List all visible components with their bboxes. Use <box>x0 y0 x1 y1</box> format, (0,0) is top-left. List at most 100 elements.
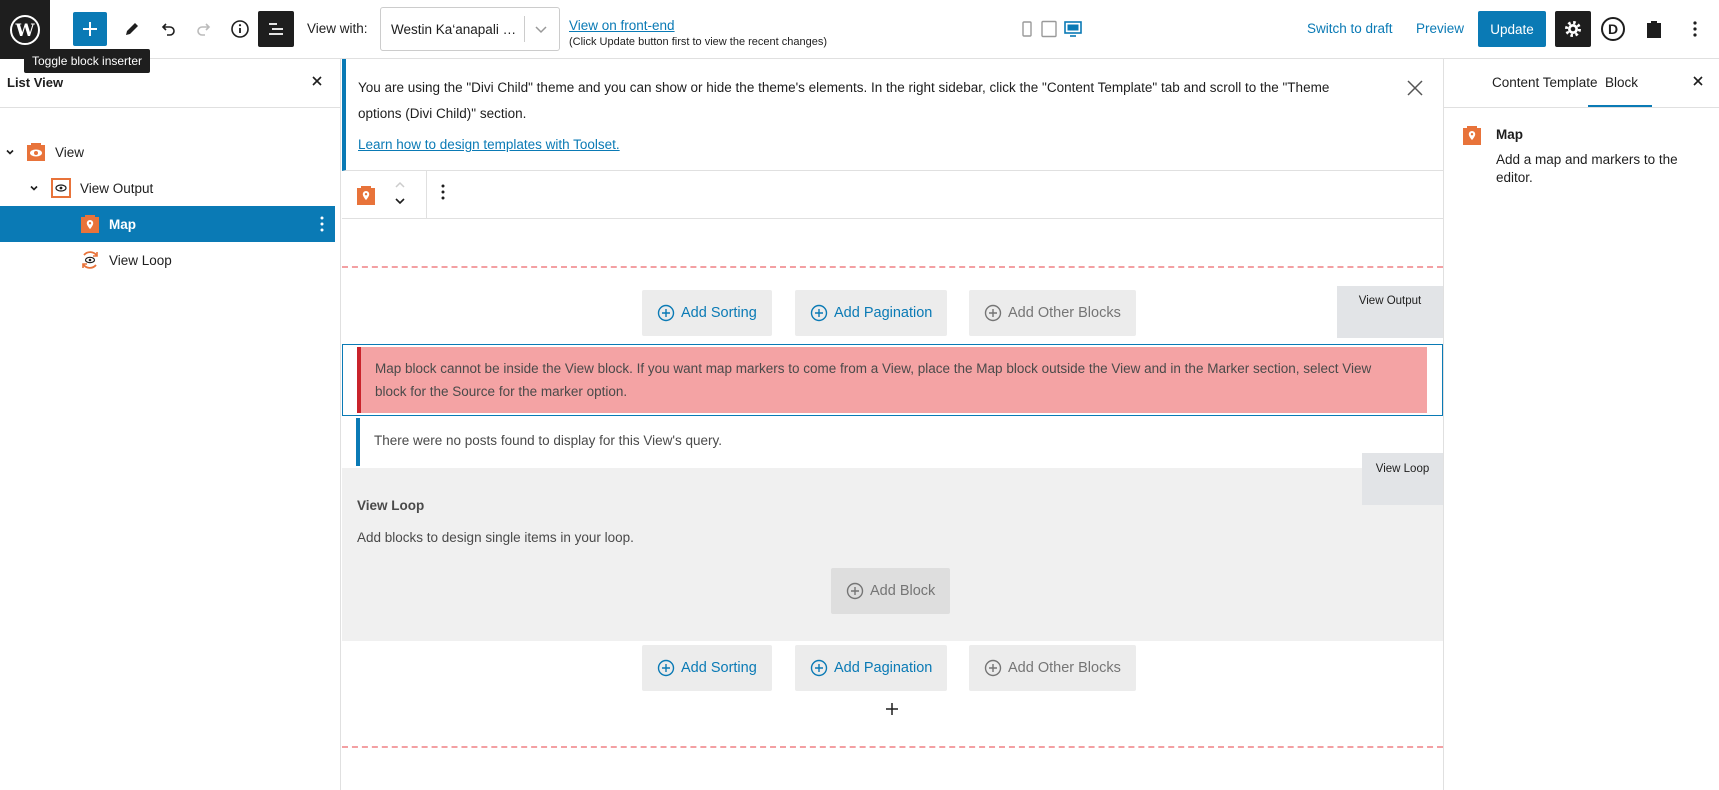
button-label: Add Other Blocks <box>1008 305 1121 321</box>
chevron-down-icon[interactable] <box>27 182 41 194</box>
add-circle-icon <box>657 304 675 322</box>
list-view-icon <box>269 23 283 35</box>
list-item-view-loop[interactable]: View Loop <box>0 242 335 278</box>
map-block-icon <box>1463 126 1481 145</box>
button-label: Add Other Blocks <box>1008 660 1121 676</box>
gear-icon <box>1565 21 1581 37</box>
list-item-label: View Output <box>80 180 154 196</box>
toolset-icon <box>1647 21 1661 38</box>
mobile-icon <box>1022 21 1032 37</box>
learn-templates-link[interactable]: Learn how to design templates with Tools… <box>358 137 620 152</box>
add-circle-icon <box>846 582 864 600</box>
view-boundary-top <box>342 266 1443 268</box>
add-other-blocks-button[interactable]: Add Other Blocks <box>969 290 1136 336</box>
switch-to-draft-button[interactable]: Switch to draft <box>1307 21 1393 36</box>
view-loop-description: Add blocks to design single items in you… <box>357 530 634 545</box>
kebab-icon <box>1693 21 1697 37</box>
close-icon <box>312 76 322 86</box>
view-output-tag[interactable]: View Output <box>1337 286 1443 338</box>
map-block-icon[interactable] <box>355 183 377 207</box>
plus-icon <box>886 703 898 715</box>
add-other-blocks-button-bottom[interactable]: Add Other Blocks <box>969 645 1136 691</box>
view-boundary-bottom <box>342 746 1443 748</box>
view-on-front-end-link[interactable]: View on front-end <box>569 18 675 33</box>
map-block-selected[interactable]: Map block cannot be inside the View bloc… <box>342 344 1443 416</box>
button-label: Add Sorting <box>681 305 757 321</box>
mobile-preview-button[interactable] <box>1020 20 1034 38</box>
preview-button[interactable]: Preview <box>1416 21 1464 36</box>
desktop-preview-button[interactable] <box>1063 20 1083 38</box>
redo-button[interactable] <box>186 11 222 47</box>
settings-button[interactable] <box>1555 11 1591 47</box>
button-label: Add Pagination <box>834 660 933 676</box>
tab-block[interactable]: Block <box>1605 75 1638 90</box>
block-options-button[interactable] <box>319 215 325 233</box>
map-block-icon <box>81 215 99 233</box>
add-circle-icon <box>984 659 1002 677</box>
update-button[interactable]: Update <box>1478 11 1546 47</box>
undo-button[interactable] <box>150 11 186 47</box>
editor-canvas: You are using the "Divi Child" theme and… <box>342 59 1443 790</box>
list-item-label: View Loop <box>109 252 172 268</box>
view-loop-area: View Loop Add blocks to design single it… <box>342 468 1443 641</box>
view-with-label: View with: <box>307 21 368 36</box>
block-card-description: Add a map and markers to the editor. <box>1496 152 1678 185</box>
list-item-view-output[interactable]: View Output <box>0 170 335 206</box>
list-view-button[interactable] <box>258 11 294 47</box>
view-block-icon <box>27 143 45 161</box>
loop-icon <box>82 251 98 269</box>
divi-avatar-button[interactable]: D <box>1595 11 1631 47</box>
block-more-options-button[interactable] <box>440 183 446 201</box>
details-button[interactable] <box>222 11 258 47</box>
tablet-preview-button[interactable] <box>1040 20 1058 38</box>
no-posts-notice: There were no posts found to display for… <box>356 418 1426 466</box>
add-block-button[interactable]: Add Block <box>831 568 951 614</box>
pencil-icon <box>126 23 138 35</box>
settings-sidebar: Content Template Block Map Add a map and… <box>1443 59 1719 790</box>
block-mover <box>392 177 408 209</box>
list-item-view[interactable]: View <box>0 134 335 170</box>
theme-notice: You are using the "Divi Child" theme and… <box>342 59 1443 171</box>
redo-icon <box>197 23 211 36</box>
tab-content-template[interactable]: Content Template <box>1492 75 1598 90</box>
select-divider <box>524 16 525 42</box>
block-appender-button[interactable] <box>884 701 900 717</box>
info-icon <box>231 20 249 38</box>
map-error-text: Map block cannot be inside the View bloc… <box>375 361 1372 399</box>
list-item-label: Map <box>109 216 136 232</box>
toolset-button[interactable] <box>1636 11 1672 47</box>
add-sorting-button[interactable]: Add Sorting <box>642 290 772 336</box>
options-button[interactable] <box>1677 11 1713 47</box>
add-sorting-button-bottom[interactable]: Add Sorting <box>642 645 772 691</box>
view-loop-tag[interactable]: View Loop <box>1362 453 1443 505</box>
chevron-down-icon[interactable] <box>392 193 408 209</box>
plus-icon <box>83 22 97 36</box>
editor-top-toolbar: W Toggle block inserter View with: Westi… <box>0 0 1719 73</box>
view-with-select[interactable]: Westin Ka‘anapali O... <box>380 7 560 51</box>
chevron-down-icon[interactable] <box>3 146 17 158</box>
view-with-value: Westin Ka‘anapali O... <box>391 22 523 37</box>
list-view-panel: List View View View Output Map View Loop <box>0 59 341 790</box>
add-circle-icon <box>810 304 828 322</box>
tooltip: Toggle block inserter <box>24 49 151 73</box>
add-pagination-button[interactable]: Add Pagination <box>795 290 948 336</box>
view-output-icon <box>51 178 71 198</box>
close-list-view-button[interactable] <box>310 74 324 88</box>
svg-text:W: W <box>14 21 35 41</box>
notice-text: You are using the "Divi Child" theme and… <box>358 80 1330 121</box>
list-item-map[interactable]: Map <box>0 206 335 242</box>
close-icon <box>1407 80 1423 96</box>
chevron-up-icon[interactable] <box>392 177 408 193</box>
block-inserter-button[interactable] <box>73 12 107 46</box>
block-toolbar <box>342 171 1443 219</box>
button-label: Add Block <box>870 583 936 599</box>
close-icon <box>1693 76 1703 86</box>
block-card-title: Map <box>1496 127 1523 142</box>
dismiss-notice-button[interactable] <box>1406 79 1424 97</box>
tools-button[interactable] <box>114 11 150 47</box>
add-circle-icon <box>657 659 675 677</box>
close-settings-button[interactable] <box>1691 74 1705 88</box>
map-error-notice: Map block cannot be inside the View bloc… <box>357 347 1427 413</box>
add-pagination-button-bottom[interactable]: Add Pagination <box>795 645 948 691</box>
list-item-label: View <box>55 144 85 160</box>
